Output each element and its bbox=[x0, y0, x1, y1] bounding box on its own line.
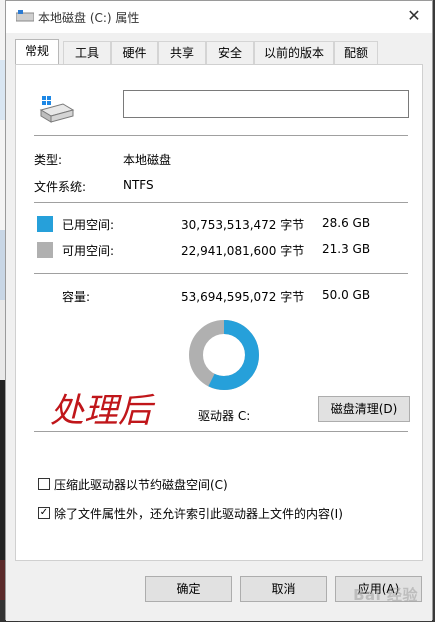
separator bbox=[34, 431, 408, 432]
capacity-size: 50.0 GB bbox=[322, 288, 371, 302]
used-space-bytes: 30,753,513,472 字节 bbox=[181, 218, 305, 232]
capacity-label: 容量: bbox=[62, 290, 91, 304]
free-space-swatch bbox=[37, 242, 53, 258]
free-space-bytes: 22,941,081,600 字节 bbox=[181, 244, 305, 258]
general-panel: 类型: 本地磁盘 文件系统: NTFS 已用空间: 30,753,513,472… bbox=[15, 64, 423, 561]
tab-previous-versions[interactable]: 以前的版本 bbox=[254, 41, 334, 64]
tab-quota[interactable]: 配额 bbox=[334, 41, 378, 64]
drive-icon bbox=[16, 10, 34, 22]
used-space-label: 已用空间: bbox=[62, 218, 115, 232]
index-label[interactable]: 除了文件属性外，还允许索引此驱动器上文件的内容(I) bbox=[54, 505, 343, 522]
window-title: 本地磁盘 (C:) 属性 bbox=[38, 11, 140, 25]
separator bbox=[34, 135, 408, 136]
cancel-button[interactable]: 取消 bbox=[240, 576, 327, 602]
free-space-size: 21.3 GB bbox=[322, 242, 371, 256]
separator bbox=[34, 202, 408, 203]
annotation-text: 处理后 bbox=[50, 391, 152, 431]
close-button[interactable]: ✕ bbox=[404, 6, 424, 26]
compress-checkbox[interactable] bbox=[38, 478, 50, 490]
close-icon: ✕ bbox=[407, 6, 421, 25]
filesystem-label: 文件系统: bbox=[34, 180, 87, 194]
tab-security[interactable]: 安全 bbox=[206, 41, 254, 64]
compress-label[interactable]: 压缩此驱动器以节约磁盘空间(C) bbox=[54, 476, 228, 493]
type-value: 本地磁盘 bbox=[123, 153, 172, 167]
index-checkbox[interactable]: ✓ bbox=[38, 507, 50, 519]
disk-cleanup-button[interactable]: 磁盘清理(D) bbox=[318, 396, 410, 422]
filesystem-value: NTFS bbox=[123, 178, 154, 192]
tab-hardware[interactable]: 硬件 bbox=[111, 41, 158, 64]
title-bar: 本地磁盘 (C:) 属性 ✕ bbox=[6, 1, 432, 33]
drive-name-input[interactable] bbox=[123, 90, 409, 118]
drive-letter-label: 驱动器 C: bbox=[198, 409, 251, 423]
used-space-swatch bbox=[37, 216, 53, 232]
disk-usage-donut bbox=[189, 320, 259, 390]
button-bar: 确定 取消 应用(A) Bai 经验 bbox=[6, 561, 432, 621]
capacity-bytes: 53,694,595,072 字节 bbox=[181, 290, 305, 304]
ok-button[interactable]: 确定 bbox=[145, 576, 232, 602]
tab-general[interactable]: 常规 bbox=[15, 39, 59, 64]
watermark: Bai 经验 bbox=[353, 586, 418, 604]
properties-dialog: 本地磁盘 (C:) 属性 ✕ 常规 工具 硬件 共享 安全 以前的版本 配额 类… bbox=[5, 0, 433, 621]
used-space-size: 28.6 GB bbox=[322, 216, 371, 230]
tab-sharing[interactable]: 共享 bbox=[158, 41, 206, 64]
type-label: 类型: bbox=[34, 153, 63, 167]
tab-tools[interactable]: 工具 bbox=[63, 41, 111, 64]
free-space-label: 可用空间: bbox=[62, 244, 115, 258]
hard-drive-icon bbox=[39, 96, 75, 123]
separator bbox=[34, 273, 408, 274]
